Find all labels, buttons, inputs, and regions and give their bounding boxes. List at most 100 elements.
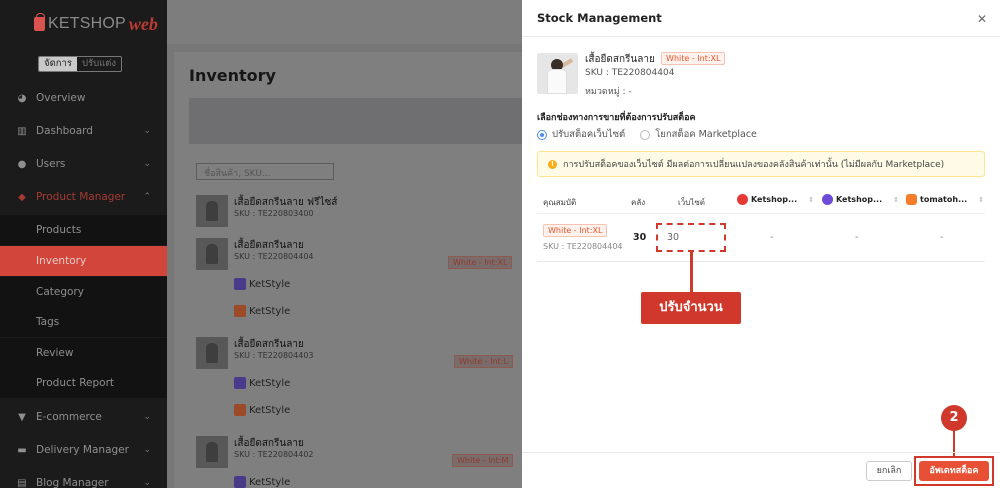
pie-chart-icon: ◕	[17, 92, 27, 104]
sidebar-item-dashboard[interactable]: ▥ Dashboard ⌄	[0, 116, 167, 146]
product-sku: SKU : TE220804402	[234, 450, 314, 459]
radio-label: โยกสต็อค Marketplace	[655, 129, 757, 140]
warehouse-stock: 30	[633, 232, 647, 243]
radio-label: ปรับสต็อคเว็บไซต์	[552, 129, 626, 140]
store-name: KetStyle	[249, 404, 291, 416]
logo-text: KETSHOP	[48, 15, 126, 32]
product-name: เสื้อยืดสกรีนลาย	[234, 240, 304, 251]
sidebar-item-products[interactable]: Products	[0, 215, 167, 245]
product-row[interactable]: เสื้อยืดสกรีนลาย ฟรีไซส์ SKU : TE2208034…	[196, 195, 526, 231]
sidebar-item-label: Blog Manager	[36, 477, 109, 488]
column-header-store[interactable]: tomatoh... ⇕	[906, 194, 984, 205]
radio-marketplace-stock[interactable]	[640, 129, 651, 140]
sidebar-item-inventory[interactable]: Inventory	[0, 246, 167, 276]
store-name: KetStyle	[249, 305, 291, 317]
sidebar-item-blog-manager[interactable]: ▤ Blog Manager ⌄	[0, 468, 167, 488]
sidebar-item-label: Tags	[36, 316, 60, 328]
callout-adjust-quantity: ปรับจำนวน	[641, 292, 741, 324]
product-name: เสื้อยืดสกรีนลาย ฟรีไซส์	[234, 197, 338, 208]
chevron-down-icon: ⌄	[143, 126, 151, 136]
cart-icon: ▼	[18, 411, 26, 423]
product-category: หมวดหมู่ : -	[585, 87, 632, 97]
sidebar-item-product-manager[interactable]: ◆ Product Manager ⌃	[0, 182, 167, 212]
table-row: White - Int:XL SKU : TE220804404 30 - - …	[537, 214, 985, 262]
product-sku: SKU : TE220804404	[585, 68, 675, 78]
mode-switch: จัดการ ปรับแต่ง	[38, 56, 123, 72]
top-bar	[167, 0, 522, 44]
product-row[interactable]: เสื้อยืดสกรีนลาย SKU : TE220804404 White…	[196, 238, 526, 328]
column-header: เว็บไซต์	[678, 198, 705, 207]
product-sku: SKU : TE220804404	[234, 252, 314, 261]
filter-banner	[189, 98, 522, 144]
store-row: KetStyle	[234, 278, 290, 290]
sidebar-item-label: Review	[36, 347, 74, 359]
column-header-store[interactable]: Ketshop... ⇕	[737, 194, 814, 205]
variant-badge: White - Int:L	[454, 355, 513, 368]
info-alert: ! การปรับสต็อคของเว็บไซต์ มีผลต่อการเปลี…	[537, 151, 985, 177]
ketstyle-store-icon	[234, 476, 246, 488]
product-thumbnail	[196, 436, 228, 468]
tag-icon: ◆	[18, 191, 26, 203]
sidebar-item-category[interactable]: Category	[0, 277, 167, 307]
chevron-down-icon: ⌄	[143, 412, 151, 422]
callout-connector	[690, 251, 693, 294]
close-icon[interactable]: ✕	[977, 12, 987, 26]
tomato-store-icon	[906, 194, 917, 205]
sidebar-item-label: Product Manager	[36, 191, 126, 203]
ketstyle-store-icon	[234, 278, 246, 290]
product-name: เสื้อยืดสกรีนลาย	[585, 54, 655, 65]
ketshop-logo[interactable]: KETSHOP web	[34, 10, 158, 38]
store-stock-value: -	[940, 232, 944, 243]
sidebar-item-product-report[interactable]: Product Report	[0, 368, 167, 398]
sidebar: KETSHOP web จัดการ ปรับแต่ง ◕ Overview ▥…	[0, 0, 167, 488]
sort-icon[interactable]: ⇕	[893, 196, 899, 204]
store-stock-value: -	[770, 232, 774, 243]
product-sku: SKU : TE220803400	[234, 209, 314, 218]
alert-text: การปรับสต็อคของเว็บไซต์ มีผลต่อการเปลี่ย…	[563, 160, 945, 170]
product-name: เสื้อยืดสกรีนลาย	[234, 339, 304, 350]
sort-icon[interactable]: ⇕	[978, 196, 984, 204]
column-header-store[interactable]: Ketshop... ⇕	[822, 194, 899, 205]
sidebar-item-ecommerce[interactable]: ▼ E-commerce ⌄	[0, 402, 167, 432]
mode-customize[interactable]: ปรับแต่ง	[77, 57, 121, 71]
sidebar-item-delivery-manager[interactable]: ▬ Delivery Manager ⌄	[0, 435, 167, 465]
bar-chart-icon: ▥	[17, 125, 27, 137]
store-row: KetStyle	[234, 476, 290, 488]
drawer-title: Stock Management	[537, 11, 662, 25]
product-thumbnail	[196, 195, 228, 227]
cancel-button[interactable]: ยกเลิก	[866, 461, 912, 481]
store-name: Ketshop...	[836, 195, 883, 204]
product-info-name: เสื้อยืดสกรีนลาย White - Int:XL	[585, 52, 726, 67]
variant-badge: White - Int:XL	[543, 224, 608, 237]
chevron-up-icon: ⌃	[143, 192, 151, 202]
chevron-down-icon: ⌄	[143, 478, 151, 488]
mode-manage[interactable]: จัดการ	[39, 57, 77, 71]
sidebar-item-label: Dashboard	[36, 125, 93, 137]
blog-icon: ▤	[17, 477, 27, 488]
update-stock-button[interactable]: อัพเดทสต็อค	[919, 461, 989, 481]
sidebar-item-label: Product Report	[36, 377, 115, 389]
sidebar-item-users[interactable]: ● Users ⌄	[0, 149, 167, 179]
radio-website-stock[interactable]	[537, 129, 547, 140]
store-row: KetStyle	[234, 305, 290, 317]
sidebar-item-overview[interactable]: ◕ Overview	[0, 83, 167, 113]
stock-management-drawer: Stock Management ✕ เสื้อยืดสกรีนลาย Whit…	[522, 0, 1000, 488]
sidebar-item-label: E-commerce	[36, 411, 102, 423]
product-sku: SKU : TE220804403	[234, 351, 314, 360]
sidebar-item-tags[interactable]: Tags	[0, 307, 167, 337]
search-input[interactable]: ชื่อสินค้า, SKU...	[196, 163, 334, 180]
tomato-store-icon	[234, 404, 246, 416]
logo-suffix: web	[128, 13, 158, 34]
website-stock-input[interactable]	[658, 225, 724, 250]
sidebar-item-label: Delivery Manager	[36, 444, 129, 456]
sidebar-item-label: Category	[36, 286, 84, 298]
warning-icon: !	[548, 159, 557, 169]
main-content: Inventory ชื่อสินค้า, SKU... เสื้อยืดสกร…	[167, 0, 522, 488]
row-sku: SKU : TE220804404	[543, 242, 623, 251]
product-row[interactable]: เสื้อยืดสกรีนลาย SKU : TE220804402 White…	[196, 436, 526, 488]
sort-icon[interactable]: ⇕	[808, 196, 814, 204]
ketstyle-store-icon	[234, 377, 246, 389]
step-number-badge: 2	[941, 405, 967, 431]
product-row[interactable]: เสื้อยืดสกรีนลาย SKU : TE220804403 White…	[196, 337, 526, 427]
sidebar-item-review[interactable]: Review	[0, 338, 167, 368]
